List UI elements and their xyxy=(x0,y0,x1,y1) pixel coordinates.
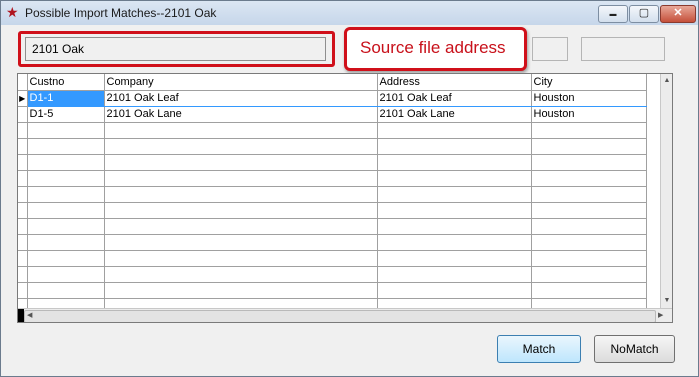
matches-grid[interactable]: Custno Company Address City ▶ D1-1 2101 … xyxy=(17,73,673,323)
window-title: Possible Import Matches--2101 Oak xyxy=(25,6,217,20)
empty-row[interactable] xyxy=(18,122,647,139)
column-header-custno[interactable]: Custno xyxy=(27,74,105,91)
title-bar[interactable]: ★ Possible Import Matches--2101 Oak ▬ ▢ … xyxy=(1,1,698,25)
minimize-button[interactable]: ▬ xyxy=(598,5,628,23)
minimize-icon: ▬ xyxy=(609,11,617,18)
scroll-right-arrow-icon[interactable]: ▶ xyxy=(658,310,663,322)
vertical-scrollbar[interactable]: ▲ ▼ xyxy=(660,74,672,308)
column-header-company[interactable]: Company xyxy=(104,74,378,91)
empty-row[interactable] xyxy=(18,218,647,235)
source-file-address-callout: Source file address xyxy=(344,27,527,71)
empty-field-1 xyxy=(532,37,568,61)
cell-company[interactable]: 2101 Oak Lane xyxy=(104,106,378,123)
empty-row[interactable] xyxy=(18,266,647,283)
app-star-icon: ★ xyxy=(6,4,19,20)
empty-row[interactable] xyxy=(18,202,647,219)
nomatch-button[interactable]: NoMatch xyxy=(594,335,675,363)
scrollbar-corner xyxy=(18,309,24,322)
empty-row[interactable] xyxy=(18,138,647,155)
cell-custno[interactable]: D1-1 xyxy=(27,89,105,107)
column-header-city[interactable]: City xyxy=(531,74,647,91)
matches-table: Custno Company Address City ▶ D1-1 2101 … xyxy=(18,74,647,315)
empty-row[interactable] xyxy=(18,282,647,299)
table-row[interactable]: D1-5 2101 Oak Lane 2101 Oak Lane Houston xyxy=(18,106,647,123)
match-button[interactable]: Match xyxy=(497,335,581,363)
empty-field-2 xyxy=(581,37,665,61)
empty-row[interactable] xyxy=(18,234,647,251)
column-header-address[interactable]: Address xyxy=(377,74,532,91)
cell-address[interactable]: 2101 Oak Leaf xyxy=(377,89,532,107)
current-row-arrow-icon: ▶ xyxy=(18,90,28,107)
empty-row[interactable] xyxy=(18,170,647,187)
table-row[interactable]: ▶ D1-1 2101 Oak Leaf 2101 Oak Leaf Houst… xyxy=(18,89,647,107)
row-indicator-header xyxy=(18,74,28,91)
source-field-highlight xyxy=(18,31,335,67)
scroll-left-arrow-icon[interactable]: ◀ xyxy=(27,310,32,322)
header-row: Custno Company Address City xyxy=(18,74,647,91)
horizontal-scrollbar[interactable]: ◀ ▶ xyxy=(18,308,672,322)
empty-row[interactable] xyxy=(18,186,647,203)
maximize-button[interactable]: ▢ xyxy=(629,5,659,23)
scroll-down-arrow-icon[interactable]: ▼ xyxy=(661,295,672,307)
cell-custno[interactable]: D1-5 xyxy=(27,106,105,123)
scroll-up-arrow-icon[interactable]: ▲ xyxy=(661,75,672,87)
row-indicator xyxy=(18,106,28,123)
empty-row[interactable] xyxy=(18,154,647,171)
cell-address[interactable]: 2101 Oak Lane xyxy=(377,106,532,123)
maximize-icon: ▢ xyxy=(638,7,650,19)
close-button[interactable]: ✕ xyxy=(660,5,696,23)
cell-city[interactable]: Houston xyxy=(531,89,647,107)
horizontal-scroll-thumb[interactable] xyxy=(24,310,656,322)
cell-company[interactable]: 2101 Oak Leaf xyxy=(104,89,378,107)
close-icon: ✕ xyxy=(673,7,683,19)
import-matches-window: ★ Possible Import Matches--2101 Oak ▬ ▢ … xyxy=(0,0,699,377)
cell-city[interactable]: Houston xyxy=(531,106,647,123)
empty-row[interactable] xyxy=(18,250,647,267)
